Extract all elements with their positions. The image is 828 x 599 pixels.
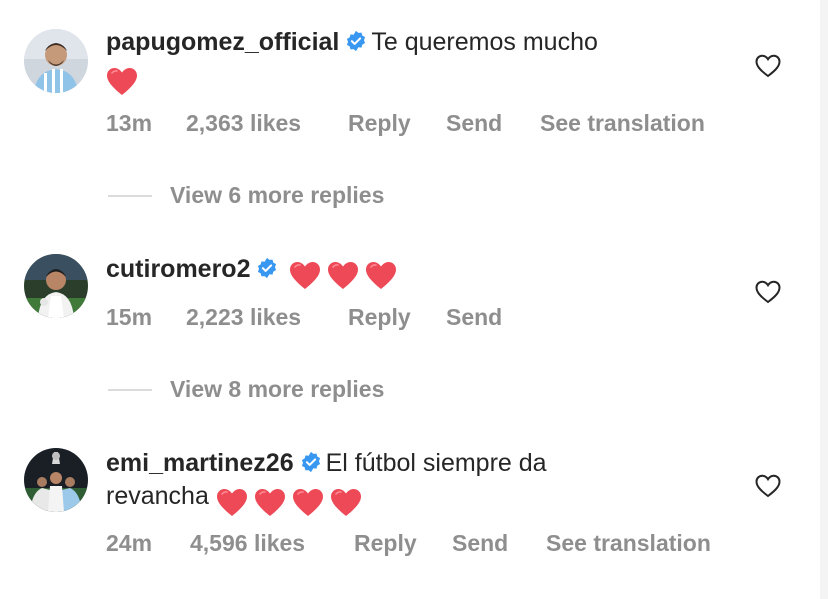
red-heart-icon [328,262,359,290]
comment-text: cutiromero2 [106,253,706,292]
see-translation-button[interactable]: See translation [546,530,711,557]
verified-badge-icon [258,257,277,279]
red-heart-icon [107,68,137,96]
comment-text: emi_martinez26 El fútbol siempre da revan… [106,447,706,519]
send-button[interactable]: Send [452,530,508,557]
heart-emojis [106,65,144,98]
comment-body: El fútbol siempre da [325,449,547,477]
avatar[interactable] [24,448,88,512]
timestamp[interactable]: 13m [106,110,152,137]
red-heart-icon [292,489,323,517]
red-heart-icon [366,262,397,290]
like-heart-icon[interactable] [755,280,781,304]
username[interactable]: cutiromero2 [106,255,250,283]
reply-button[interactable]: Reply [354,530,417,557]
send-button[interactable]: Send [446,304,502,331]
verified-badge-icon [301,451,320,473]
reply-button[interactable]: Reply [348,304,411,331]
comment-text: papugomez_official Te queremos mucho [106,26,706,98]
replies-divider [108,389,152,391]
heart-emojis [289,259,403,292]
avatar[interactable] [24,254,88,318]
likes-count[interactable]: 4,596 likes [190,530,305,557]
red-heart-icon [290,262,321,290]
comment-body: Te queremos mucho [371,28,598,56]
replies-divider [108,195,152,197]
verified-badge-icon [347,30,366,52]
send-button[interactable]: Send [446,110,502,137]
likes-count[interactable]: 2,223 likes [186,304,301,331]
username[interactable]: emi_martinez26 [106,449,294,477]
see-translation-button[interactable]: See translation [540,110,705,137]
likes-count[interactable]: 2,363 likes [186,110,301,137]
avatar[interactable] [24,29,88,93]
view-more-replies-button[interactable]: View 8 more replies [170,376,384,403]
scrollbar-track[interactable] [820,0,828,599]
red-heart-icon [330,489,361,517]
red-heart-icon [216,489,247,517]
timestamp[interactable]: 15m [106,304,152,331]
heart-emojis [216,486,368,519]
username[interactable]: papugomez_official [106,28,339,56]
reply-button[interactable]: Reply [348,110,411,137]
red-heart-icon [254,489,285,517]
timestamp[interactable]: 24m [106,530,152,557]
like-heart-icon[interactable] [755,474,781,498]
view-more-replies-button[interactable]: View 6 more replies [170,182,384,209]
comment-body-line2: revancha [106,482,209,510]
like-heart-icon[interactable] [755,54,781,78]
